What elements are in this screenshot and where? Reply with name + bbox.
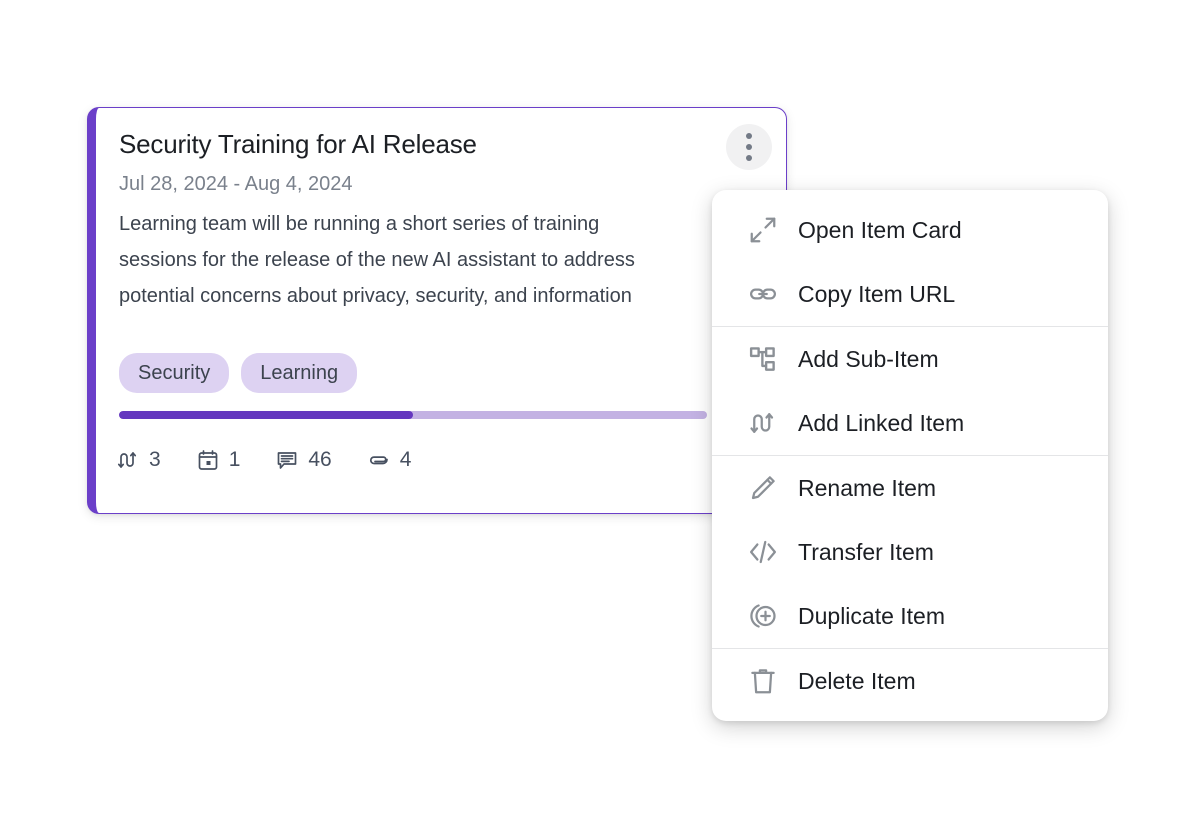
tag-list: Security Learning [119, 353, 357, 393]
sub-item-icon [746, 344, 780, 374]
tag-learning[interactable]: Learning [241, 353, 357, 393]
menu-item-duplicate-item[interactable]: Duplicate Item [712, 584, 1108, 648]
item-card[interactable]: Security Training for AI Release Jul 28,… [87, 107, 787, 514]
expand-arrows-icon [746, 215, 780, 245]
menu-item-label: Rename Item [798, 475, 936, 502]
trash-icon [746, 666, 780, 696]
tag-security[interactable]: Security [119, 353, 229, 393]
meta-comments[interactable]: 46 [275, 448, 331, 472]
card-meta-row: 3 1 [116, 448, 768, 472]
description-line: sessions for the release of the new AI a… [119, 242, 759, 278]
menu-item-label: Transfer Item [798, 539, 934, 566]
pencil-icon [746, 473, 780, 503]
progress-bar-fill [119, 411, 413, 419]
menu-group-delete: Delete Item [712, 648, 1108, 713]
kebab-dot [746, 144, 752, 150]
duplicate-icon [746, 601, 780, 631]
code-brackets-icon [746, 537, 780, 567]
menu-group-add: Add Sub-Item Add Linked Item [712, 326, 1108, 455]
linked-item-icon [746, 408, 780, 438]
menu-item-add-sub-item[interactable]: Add Sub-Item [712, 327, 1108, 391]
calendar-icon [196, 448, 220, 472]
kebab-dot [746, 155, 752, 161]
menu-item-transfer-item[interactable]: Transfer Item [712, 520, 1108, 584]
meta-value: 3 [149, 448, 161, 472]
menu-item-add-linked-item[interactable]: Add Linked Item [712, 391, 1108, 455]
menu-item-copy-item-url[interactable]: Copy Item URL [712, 262, 1108, 326]
card-date-range: Jul 28, 2024 - Aug 4, 2024 [119, 171, 762, 197]
menu-group-open: Open Item Card Copy Item URL [712, 198, 1108, 326]
menu-group-edit: Rename Item Transfer Item Duplicate [712, 455, 1108, 648]
menu-item-label: Add Linked Item [798, 410, 964, 437]
linked-item-icon [116, 448, 140, 472]
meta-calendar[interactable]: 1 [196, 448, 241, 472]
meta-attachments[interactable]: 4 [367, 448, 412, 472]
comment-icon [275, 448, 299, 472]
description-line: Learning team will be running a short se… [119, 206, 759, 242]
kebab-dot [746, 133, 752, 139]
menu-item-rename-item[interactable]: Rename Item [712, 456, 1108, 520]
page-title: Security Training for AI Release [119, 128, 762, 160]
meta-value: 46 [308, 448, 331, 472]
menu-item-label: Add Sub-Item [798, 346, 939, 373]
menu-item-label: Duplicate Item [798, 603, 945, 630]
description-line: potential concerns about privacy, securi… [119, 278, 759, 314]
menu-item-label: Copy Item URL [798, 281, 955, 308]
menu-item-label: Open Item Card [798, 217, 962, 244]
menu-item-delete-item[interactable]: Delete Item [712, 649, 1108, 713]
meta-value: 4 [400, 448, 412, 472]
more-options-button[interactable] [726, 124, 772, 170]
card-description: Learning team will be running a short se… [119, 206, 759, 314]
attachment-icon [367, 448, 391, 472]
meta-linked-items[interactable]: 3 [116, 448, 161, 472]
meta-value: 1 [229, 448, 241, 472]
link-icon [746, 279, 780, 309]
menu-item-label: Delete Item [798, 668, 916, 695]
context-menu[interactable]: Open Item Card Copy Item URL [712, 190, 1108, 721]
menu-item-open-item-card[interactable]: Open Item Card [712, 198, 1108, 262]
progress-bar [119, 411, 707, 419]
